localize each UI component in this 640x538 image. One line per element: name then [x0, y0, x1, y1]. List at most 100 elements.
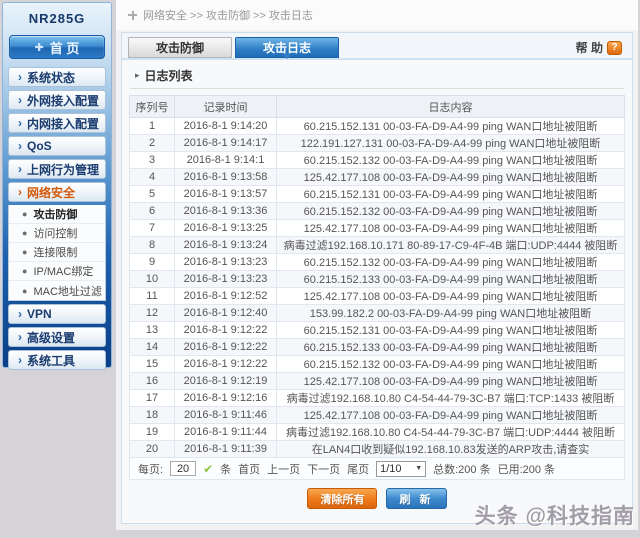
cell-content: 60.215.152.132 00-03-FA-D9-A4-99 ping WA…: [277, 152, 625, 169]
cell-time: 2016-8-1 9:13:25: [175, 220, 277, 237]
cell-time: 2016-8-1 9:12:52: [175, 288, 277, 305]
table-row: 32016-8-1 9:14:160.215.152.132 00-03-FA-…: [130, 152, 625, 169]
cell-time: 2016-8-1 9:14:1: [175, 152, 277, 169]
help-button[interactable]: 帮 助 ?: [576, 39, 622, 56]
content-panel: 攻击防御 攻击日志 帮 助 ? ▸ 日志列表 序列号 记录时间 日志内容 120…: [121, 32, 633, 524]
header-time: 记录时间: [175, 96, 277, 118]
tab-attack-defense[interactable]: 攻击防御: [128, 37, 232, 58]
cell-serial: 4: [130, 169, 175, 186]
home-button[interactable]: ✚ 首 页: [9, 35, 105, 59]
cell-serial: 14: [130, 339, 175, 356]
tab-attack-log[interactable]: 攻击日志: [235, 37, 339, 58]
cell-serial: 5: [130, 186, 175, 203]
cell-content: 125.42.177.108 00-03-FA-D9-A4-99 ping WA…: [277, 220, 625, 237]
cell-content: 病毒过滤192.168.10.171 80-89-17-C9-4F-4B 端口:…: [277, 237, 625, 254]
prev-page-link[interactable]: 上一页: [267, 461, 300, 477]
cell-content: 60.215.152.133 00-03-FA-D9-A4-99 ping WA…: [277, 271, 625, 288]
watermark: 头条 @科技指南: [475, 500, 635, 530]
clear-all-button[interactable]: 清除所有: [307, 488, 377, 509]
bullet-icon: ●: [22, 209, 27, 219]
chevron-right-icon: ›: [18, 94, 22, 106]
submenu-item-access-control[interactable]: ● 访问控制: [9, 224, 105, 243]
page-select-dropdown[interactable]: 1/10 ▼: [376, 461, 426, 477]
per-page-input[interactable]: [170, 461, 196, 476]
cell-serial: 20: [130, 441, 175, 458]
sidebar-item-lan-config[interactable]: › 内网接入配置: [8, 113, 106, 133]
cell-content: 60.215.152.132 00-03-FA-D9-A4-99 ping WA…: [277, 203, 625, 220]
cell-time: 2016-8-1 9:12:22: [175, 356, 277, 373]
cell-time: 2016-8-1 9:12:22: [175, 322, 277, 339]
check-icon: ✔: [203, 462, 213, 476]
table-row: 22016-8-1 9:14:17122.191.127.131 00-03-F…: [130, 135, 625, 152]
table-row: 42016-8-1 9:13:58125.42.177.108 00-03-FA…: [130, 169, 625, 186]
cell-serial: 8: [130, 237, 175, 254]
table-row: 92016-8-1 9:13:2360.215.152.132 00-03-FA…: [130, 254, 625, 271]
sidebar-item-behavior-mgmt[interactable]: › 上网行为管理: [8, 159, 106, 179]
page-select-value: 1/10: [380, 463, 401, 475]
header-content: 日志内容: [277, 96, 625, 118]
table-row: 162016-8-1 9:12:19125.42.177.108 00-03-F…: [130, 373, 625, 390]
submenu-item-label: 访问控制: [33, 225, 77, 241]
section-divider: [130, 88, 624, 89]
section-header: ▸ 日志列表: [122, 60, 632, 88]
table-row: 82016-8-1 9:13:24病毒过滤192.168.10.171 80-8…: [130, 237, 625, 254]
table-row: 72016-8-1 9:13:25125.42.177.108 00-03-FA…: [130, 220, 625, 237]
sidebar-item-qos[interactable]: › QoS: [8, 136, 106, 156]
table-row: 62016-8-1 9:13:3660.215.152.132 00-03-FA…: [130, 203, 625, 220]
submenu-item-label: 连接限制: [33, 244, 77, 260]
cell-time: 2016-8-1 9:11:44: [175, 424, 277, 441]
cell-content: 60.215.152.131 00-03-FA-D9-A4-99 ping WA…: [277, 186, 625, 203]
per-page-label: 每页:: [138, 461, 163, 477]
submenu-item-label: IP/MAC绑定: [33, 263, 93, 279]
home-button-label: 首 页: [50, 38, 80, 57]
cell-content: 病毒过滤192.168.10.80 C4-54-44-79-3C-B7 端口:T…: [277, 390, 625, 407]
plus-nav-icon: [128, 11, 137, 20]
table-row: 132016-8-1 9:12:2260.215.152.131 00-03-F…: [130, 322, 625, 339]
cell-serial: 15: [130, 356, 175, 373]
help-label: 帮 助: [576, 39, 603, 56]
chevron-right-icon: ›: [18, 163, 22, 175]
cell-time: 2016-8-1 9:13:23: [175, 254, 277, 271]
sidebar-item-system-status[interactable]: › 系统状态: [8, 67, 106, 87]
submenu-item-connection-limit[interactable]: ● 连接限制: [9, 243, 105, 262]
next-page-link[interactable]: 下一页: [307, 461, 340, 477]
help-icon: ?: [607, 41, 622, 55]
cell-serial: 17: [130, 390, 175, 407]
bullet-icon: ●: [22, 266, 27, 276]
sidebar-item-vpn[interactable]: › VPN: [8, 304, 106, 324]
first-page-link[interactable]: 首页: [238, 461, 260, 477]
cell-serial: 2: [130, 135, 175, 152]
sidebar: NR285G ✚ 首 页 › 系统状态 › 外网接入配置 › 内网接入配置 › …: [2, 2, 112, 368]
cell-content: 125.42.177.108 00-03-FA-D9-A4-99 ping WA…: [277, 288, 625, 305]
cell-serial: 11: [130, 288, 175, 305]
sidebar-item-network-security[interactable]: › 网络安全: [8, 182, 106, 202]
sidebar-item-label: QoS: [27, 139, 52, 153]
chevron-right-icon: ›: [18, 308, 22, 320]
sidebar-item-label: VPN: [27, 307, 52, 321]
sidebar-item-label: 上网行为管理: [27, 161, 99, 178]
main-content: 网络安全 >> 攻击防御 >> 攻击日志 攻击防御 攻击日志 帮 助 ? ▸ 日…: [116, 0, 638, 530]
table-row: 192016-8-1 9:11:44病毒过滤192.168.10.80 C4-5…: [130, 424, 625, 441]
cell-time: 2016-8-1 9:12:16: [175, 390, 277, 407]
chevron-right-icon: ›: [18, 186, 22, 198]
pagination-bar: 每页: ✔ 条 首页 上一页 下一页 尾页 1/10 ▼ 总数:200 条 已用…: [129, 458, 625, 480]
refresh-button[interactable]: 刷 新: [386, 488, 446, 509]
table-row: 202016-8-1 9:11:39在LAN4口收到疑似192.168.10.8…: [130, 441, 625, 458]
bullet-icon: ●: [22, 286, 27, 296]
last-page-link[interactable]: 尾页: [347, 461, 369, 477]
sidebar-item-advanced-settings[interactable]: › 高级设置: [8, 327, 106, 347]
submenu-item-attack-defense[interactable]: ● 攻击防御: [9, 205, 105, 224]
submenu-item-mac-filter[interactable]: ● MAC地址过滤: [9, 281, 105, 300]
sidebar-item-label: 外网接入配置: [27, 92, 99, 109]
table-header-row: 序列号 记录时间 日志内容: [130, 96, 625, 118]
cell-time: 2016-8-1 9:13:24: [175, 237, 277, 254]
table-row: 182016-8-1 9:11:46125.42.177.108 00-03-F…: [130, 407, 625, 424]
cell-time: 2016-8-1 9:13:36: [175, 203, 277, 220]
cell-content: 60.215.152.132 00-03-FA-D9-A4-99 ping WA…: [277, 254, 625, 271]
cell-serial: 18: [130, 407, 175, 424]
sidebar-item-wan-config[interactable]: › 外网接入配置: [8, 90, 106, 110]
cell-time: 2016-8-1 9:13:57: [175, 186, 277, 203]
sidebar-item-system-tools[interactable]: › 系统工具: [8, 350, 106, 370]
sidebar-item-label: 系统工具: [27, 352, 75, 369]
submenu-item-ip-mac-binding[interactable]: ● IP/MAC绑定: [9, 262, 105, 281]
